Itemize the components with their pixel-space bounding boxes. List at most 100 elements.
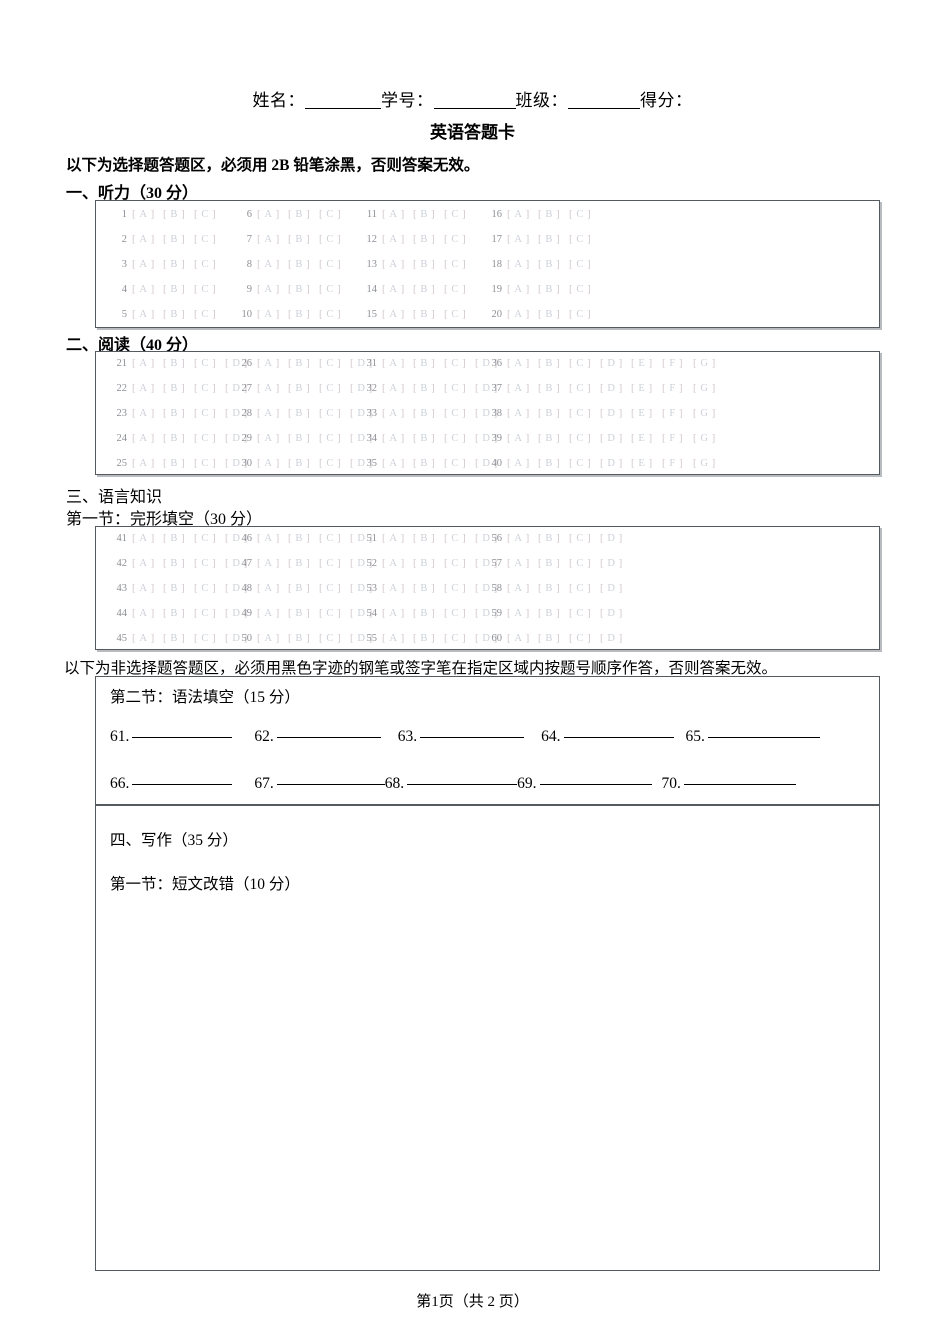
bubble-1-C[interactable]: [ C ]	[194, 209, 225, 220]
bubble-36-A[interactable]: [ A ]	[507, 358, 538, 369]
bubble-27-B[interactable]: [ B ]	[288, 383, 319, 394]
bubble-48-B[interactable]: [ B ]	[288, 583, 319, 594]
grammar-answer-blank[interactable]	[563, 737, 674, 738]
bubble-26-A[interactable]: [ A ]	[257, 358, 288, 369]
bubble-34-C[interactable]: [ C ]	[444, 433, 475, 444]
answer-row-5[interactable]: 5 [ A ][ B ][ C ]	[110, 309, 225, 320]
bubble-52-C[interactable]: [ C ]	[444, 558, 475, 569]
bubble-3-B[interactable]: [ B ]	[163, 259, 194, 270]
bubble-49-C[interactable]: [ C ]	[319, 608, 350, 619]
bubble-53-A[interactable]: [ A ]	[382, 583, 413, 594]
bubble-20-B[interactable]: [ B ]	[538, 309, 569, 320]
bubble-17-C[interactable]: [ C ]	[569, 234, 600, 245]
bubble-4-B[interactable]: [ B ]	[163, 284, 194, 295]
answer-row-19[interactable]: 19 [ A ][ B ][ C ]	[485, 284, 600, 295]
bubble-13-A[interactable]: [ A ]	[382, 259, 413, 270]
bubble-39-D[interactable]: [ D ]	[600, 433, 631, 444]
bubble-33-B[interactable]: [ B ]	[413, 408, 444, 419]
bubble-47-C[interactable]: [ C ]	[319, 558, 350, 569]
bubble-59-B[interactable]: [ B ]	[538, 608, 569, 619]
answer-row-40[interactable]: 40 [ A ][ B ][ C ][ D ][ E ][ F ][ G ]	[485, 458, 724, 469]
bubble-14-B[interactable]: [ B ]	[413, 284, 444, 295]
answer-row-37[interactable]: 37 [ A ][ B ][ C ][ D ][ E ][ F ][ G ]	[485, 383, 724, 394]
answer-row-36[interactable]: 36 [ A ][ B ][ C ][ D ][ E ][ F ][ G ]	[485, 358, 724, 369]
bubble-41-C[interactable]: [ C ]	[194, 533, 225, 544]
bubble-7-A[interactable]: [ A ]	[257, 234, 288, 245]
grammar-answer-blank[interactable]	[132, 784, 233, 785]
bubble-57-B[interactable]: [ B ]	[538, 558, 569, 569]
bubble-58-A[interactable]: [ A ]	[507, 583, 538, 594]
bubble-11-A[interactable]: [ A ]	[382, 209, 413, 220]
bubble-30-A[interactable]: [ A ]	[257, 458, 288, 469]
bubble-1-B[interactable]: [ B ]	[163, 209, 194, 220]
bubble-58-B[interactable]: [ B ]	[538, 583, 569, 594]
answer-row-58[interactable]: 58 [ A ][ B ][ C ][ D ]	[485, 583, 631, 594]
bubble-19-A[interactable]: [ A ]	[507, 284, 538, 295]
bubble-51-A[interactable]: [ A ]	[382, 533, 413, 544]
bubble-32-A[interactable]: [ A ]	[382, 383, 413, 394]
bubble-57-A[interactable]: [ A ]	[507, 558, 538, 569]
bubble-29-A[interactable]: [ A ]	[257, 433, 288, 444]
answer-row-1[interactable]: 1 [ A ][ B ][ C ]	[110, 209, 225, 220]
bubble-38-F[interactable]: [ F ]	[662, 408, 693, 419]
bubble-39-E[interactable]: [ E ]	[631, 433, 662, 444]
bubble-60-C[interactable]: [ C ]	[569, 633, 600, 644]
bubble-45-A[interactable]: [ A ]	[132, 633, 163, 644]
bubble-43-B[interactable]: [ B ]	[163, 583, 194, 594]
bubble-39-C[interactable]: [ C ]	[569, 433, 600, 444]
bubble-25-C[interactable]: [ C ]	[194, 458, 225, 469]
bubble-38-G[interactable]: [ G ]	[693, 408, 724, 419]
bubble-51-C[interactable]: [ C ]	[444, 533, 475, 544]
bubble-31-C[interactable]: [ C ]	[444, 358, 475, 369]
bubble-41-B[interactable]: [ B ]	[163, 533, 194, 544]
bubble-57-D[interactable]: [ D ]	[600, 558, 631, 569]
bubble-9-C[interactable]: [ C ]	[319, 284, 350, 295]
bubble-45-C[interactable]: [ C ]	[194, 633, 225, 644]
answer-row-2[interactable]: 2 [ A ][ B ][ C ]	[110, 234, 225, 245]
bubble-10-C[interactable]: [ C ]	[319, 309, 350, 320]
bubble-60-A[interactable]: [ A ]	[507, 633, 538, 644]
bubble-48-A[interactable]: [ A ]	[257, 583, 288, 594]
bubble-36-B[interactable]: [ B ]	[538, 358, 569, 369]
bubble-34-A[interactable]: [ A ]	[382, 433, 413, 444]
bubble-54-B[interactable]: [ B ]	[413, 608, 444, 619]
bubble-52-A[interactable]: [ A ]	[382, 558, 413, 569]
bubble-41-A[interactable]: [ A ]	[132, 533, 163, 544]
bubble-44-A[interactable]: [ A ]	[132, 608, 163, 619]
name-blank[interactable]	[305, 108, 381, 109]
bubble-55-C[interactable]: [ C ]	[444, 633, 475, 644]
bubble-6-A[interactable]: [ A ]	[257, 209, 288, 220]
bubble-46-C[interactable]: [ C ]	[319, 533, 350, 544]
bubble-25-A[interactable]: [ A ]	[132, 458, 163, 469]
grammar-answer-blank[interactable]	[420, 737, 525, 738]
bubble-29-C[interactable]: [ C ]	[319, 433, 350, 444]
bubble-14-C[interactable]: [ C ]	[444, 284, 475, 295]
bubble-12-C[interactable]: [ C ]	[444, 234, 475, 245]
bubble-39-A[interactable]: [ A ]	[507, 433, 538, 444]
bubble-8-C[interactable]: [ C ]	[319, 259, 350, 270]
bubble-38-B[interactable]: [ B ]	[538, 408, 569, 419]
grammar-answer-item-69[interactable]: 69.	[517, 775, 652, 793]
bubble-9-B[interactable]: [ B ]	[288, 284, 319, 295]
grammar-answer-item-66[interactable]: 66.	[110, 775, 233, 793]
bubble-36-F[interactable]: [ F ]	[662, 358, 693, 369]
bubble-27-C[interactable]: [ C ]	[319, 383, 350, 394]
bubble-33-C[interactable]: [ C ]	[444, 408, 475, 419]
bubble-20-C[interactable]: [ C ]	[569, 309, 600, 320]
answer-row-15[interactable]: 15 [ A ][ B ][ C ]	[360, 309, 475, 320]
bubble-46-A[interactable]: [ A ]	[257, 533, 288, 544]
bubble-10-B[interactable]: [ B ]	[288, 309, 319, 320]
grammar-answer-item-68[interactable]: 68.	[385, 775, 518, 793]
answer-row-6[interactable]: 6 [ A ][ B ][ C ]	[235, 209, 350, 220]
bubble-21-C[interactable]: [ C ]	[194, 358, 225, 369]
bubble-38-D[interactable]: [ D ]	[600, 408, 631, 419]
writing-answer-box[interactable]: 四、写作（35 分） 第一节：短文改错（10 分）	[95, 805, 880, 1271]
bubble-50-A[interactable]: [ A ]	[257, 633, 288, 644]
bubble-7-B[interactable]: [ B ]	[288, 234, 319, 245]
answer-row-39[interactable]: 39 [ A ][ B ][ C ][ D ][ E ][ F ][ G ]	[485, 433, 724, 444]
bubble-25-B[interactable]: [ B ]	[163, 458, 194, 469]
bubble-2-C[interactable]: [ C ]	[194, 234, 225, 245]
bubble-44-B[interactable]: [ B ]	[163, 608, 194, 619]
grammar-answer-blank[interactable]	[407, 784, 518, 785]
bubble-17-B[interactable]: [ B ]	[538, 234, 569, 245]
